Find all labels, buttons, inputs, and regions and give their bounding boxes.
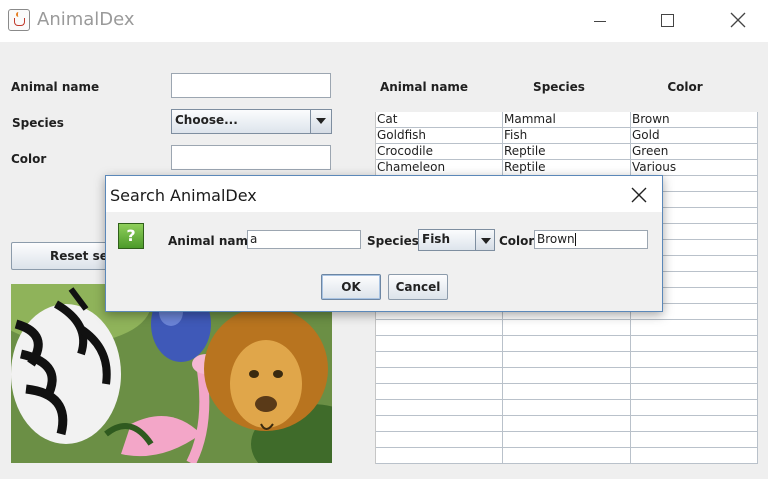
table-cell-empty[interactable] [631,320,758,335]
table-cell-empty[interactable] [503,432,631,447]
close-icon [730,12,746,28]
table-cell-empty[interactable] [631,368,758,383]
table-cell-empty[interactable] [631,336,758,351]
table-row-empty[interactable] [376,336,758,352]
species-label: Species [12,116,64,130]
species-select[interactable]: Choose... [171,109,332,134]
column-header-species[interactable]: Species [495,80,623,94]
table-cell[interactable]: Cat [376,112,503,127]
table-cell[interactable]: Crocodile [376,144,503,159]
table-row[interactable]: Goldfish Fish Gold [376,128,758,144]
table-cell[interactable]: Gold [631,128,758,143]
maximize-icon [660,13,674,27]
color-input[interactable] [171,145,331,170]
table-row-empty[interactable] [376,368,758,384]
dialog-title: Search AnimalDex [110,186,257,205]
table-cell-empty[interactable] [376,448,503,463]
java-app-icon [8,9,30,31]
table-cell[interactable]: Chameleon [376,160,503,175]
ok-button[interactable]: OK [321,274,381,300]
dialog-color-input[interactable]: Brown [534,230,648,249]
window-title: AnimalDex [37,9,135,30]
dialog-animal-name-value: a [250,232,258,246]
table-cell-empty[interactable] [503,368,631,383]
table-cell-empty[interactable] [631,416,758,431]
table-cell-empty[interactable] [376,368,503,383]
table-cell[interactable]: Reptile [503,144,631,159]
dialog-animal-name-label: Animal name [168,234,257,248]
table-cell-empty[interactable] [376,416,503,431]
table-cell-empty[interactable] [376,384,503,399]
table-row-empty[interactable] [376,448,758,464]
table-row-empty[interactable] [376,320,758,336]
table-cell-empty[interactable] [631,448,758,463]
color-label: Color [11,152,47,166]
chevron-down-icon[interactable] [475,230,494,250]
table-cell-empty[interactable] [503,400,631,415]
column-header-animal-name[interactable]: Animal name [360,80,488,94]
table-row[interactable]: Chameleon Reptile Various [376,160,758,176]
chevron-down-icon[interactable] [310,110,331,133]
window-titlebar: AnimalDex [0,0,768,42]
dialog-species-label: Species [367,234,419,248]
species-select-value: Choose... [175,113,238,127]
table-row-empty[interactable] [376,416,758,432]
table-cell-empty[interactable] [503,448,631,463]
table-cell-empty[interactable] [503,336,631,351]
table-cell[interactable]: Brown [631,112,758,127]
cancel-button[interactable]: Cancel [388,274,448,300]
table-cell-empty[interactable] [376,336,503,351]
table-row-empty[interactable] [376,352,758,368]
table-cell-empty[interactable] [631,400,758,415]
dialog-color-label: Color [499,234,535,248]
table-cell[interactable]: Mammal [503,112,631,127]
question-icon: ? [118,223,144,249]
table-row-empty[interactable] [376,384,758,400]
dialog-animal-name-input[interactable]: a [247,230,361,249]
table-cell-empty[interactable] [631,432,758,447]
close-window-button[interactable] [727,10,749,30]
table-cell-empty[interactable] [376,432,503,447]
dialog-titlebar: Search AnimalDex [106,176,662,212]
dialog-species-select[interactable]: Fish [418,229,495,251]
dialog-color-value: Brown [537,232,575,246]
animal-name-input[interactable] [171,73,331,98]
text-cursor [574,233,576,246]
table-cell-empty[interactable] [631,352,758,367]
table-cell-empty[interactable] [503,416,631,431]
table-cell[interactable]: Various [631,160,758,175]
search-dialog: Search AnimalDex ? Animal name a Species… [105,175,663,312]
dialog-close-button[interactable] [630,186,648,204]
minimize-button[interactable] [590,10,610,30]
dialog-species-select-value: Fish [422,232,450,246]
table-cell[interactable]: Fish [503,128,631,143]
animal-name-label: Animal name [11,80,100,94]
table-cell[interactable]: Green [631,144,758,159]
table-cell-empty[interactable] [503,384,631,399]
table-cell[interactable]: Reptile [503,160,631,175]
close-icon [631,187,647,203]
table-cell-empty[interactable] [376,320,503,335]
table-row-empty[interactable] [376,432,758,448]
maximize-button[interactable] [657,10,677,30]
table-cell-empty[interactable] [503,320,631,335]
table-cell-empty[interactable] [631,384,758,399]
table-cell[interactable]: Goldfish [376,128,503,143]
table-cell-empty[interactable] [376,400,503,415]
table-cell-empty[interactable] [503,352,631,367]
table-row[interactable]: Cat Mammal Brown [376,112,758,128]
table-row-empty[interactable] [376,400,758,416]
column-header-color[interactable]: Color [621,80,749,94]
minimize-icon [594,20,606,22]
table-row[interactable]: Crocodile Reptile Green [376,144,758,160]
table-cell-empty[interactable] [376,352,503,367]
